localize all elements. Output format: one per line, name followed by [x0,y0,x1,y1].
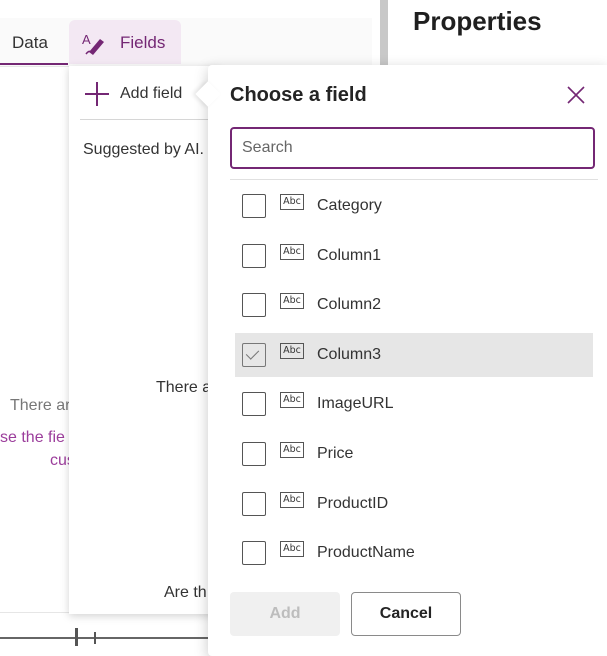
field-row-column2[interactable]: Abc Column2 [235,283,593,327]
plus-icon [85,82,109,106]
abc-text-icon: Abc [280,243,304,260]
field-label: Column3 [317,345,382,363]
zoom-slider-tick [94,632,96,644]
abc-text-icon: Abc [280,491,304,508]
field-row-productid[interactable]: Abc ProductID [235,482,593,526]
field-label: Column2 [317,296,382,314]
canvas-empty-text: There ar [10,397,71,414]
field-row-productname[interactable]: Abc ProductName [235,531,593,575]
close-icon[interactable] [565,84,587,106]
field-label: ProductName [317,544,415,562]
abc-text-icon: Abc [280,541,304,558]
check-icon [245,346,260,360]
field-list: Abc Category Abc Column1 Abc Column2 Abc… [235,184,593,581]
abc-text-icon: Abc [280,194,304,210]
field-row-imageurl[interactable]: Abc ImageURL [235,382,593,426]
checkbox[interactable] [242,194,266,218]
checkbox[interactable] [242,491,266,516]
field-label: ImageURL [317,395,394,413]
search-input[interactable] [230,127,595,169]
suggested-text: Suggested by AI. [83,141,204,158]
cancel-button[interactable]: Cancel [351,592,461,636]
abc-text-icon: Abc [280,342,304,359]
canvas-hint-text: se the fie [0,429,65,446]
field-label: Category [317,197,382,214]
field-label: Column1 [317,246,382,264]
field-label: ProductID [317,494,389,512]
properties-title: Properties [413,6,542,36]
popup-title: Choose a field [230,84,367,106]
checkbox-checked[interactable] [242,342,266,367]
add-field-button[interactable]: Add field [85,80,182,108]
top-toolbar [0,18,372,67]
zoom-slider-track[interactable] [0,637,210,639]
field-row-column1[interactable]: Abc Column1 [235,234,593,278]
empty-state-text: There a [156,379,212,396]
tab-fields-label: Fields [120,33,166,52]
tab-underline [0,63,68,65]
fields-pen-icon: A [82,32,104,55]
question-text: Are th [164,584,207,601]
field-label: Price [317,444,354,462]
checkbox[interactable] [242,392,266,417]
field-row-column3[interactable]: Abc Column3 [235,332,593,377]
checkbox[interactable] [242,293,266,318]
abc-text-icon: Abc [280,293,304,310]
zoom-slider-thumb[interactable] [75,628,78,646]
tab-data[interactable]: Data [12,33,48,53]
add-button[interactable]: Add [230,592,340,636]
svg-text:A: A [82,32,91,47]
abc-text-icon: Abc [280,441,304,458]
add-field-label: Add field [120,85,183,102]
checkbox[interactable] [242,441,266,466]
field-row-price[interactable]: Abc Price [235,432,593,476]
abc-text-icon: Abc [280,392,304,409]
list-divider [230,179,598,180]
pane-divider [80,119,220,120]
checkbox[interactable] [242,541,266,566]
field-row-category[interactable]: Abc Category [235,184,593,228]
checkbox[interactable] [242,243,266,268]
